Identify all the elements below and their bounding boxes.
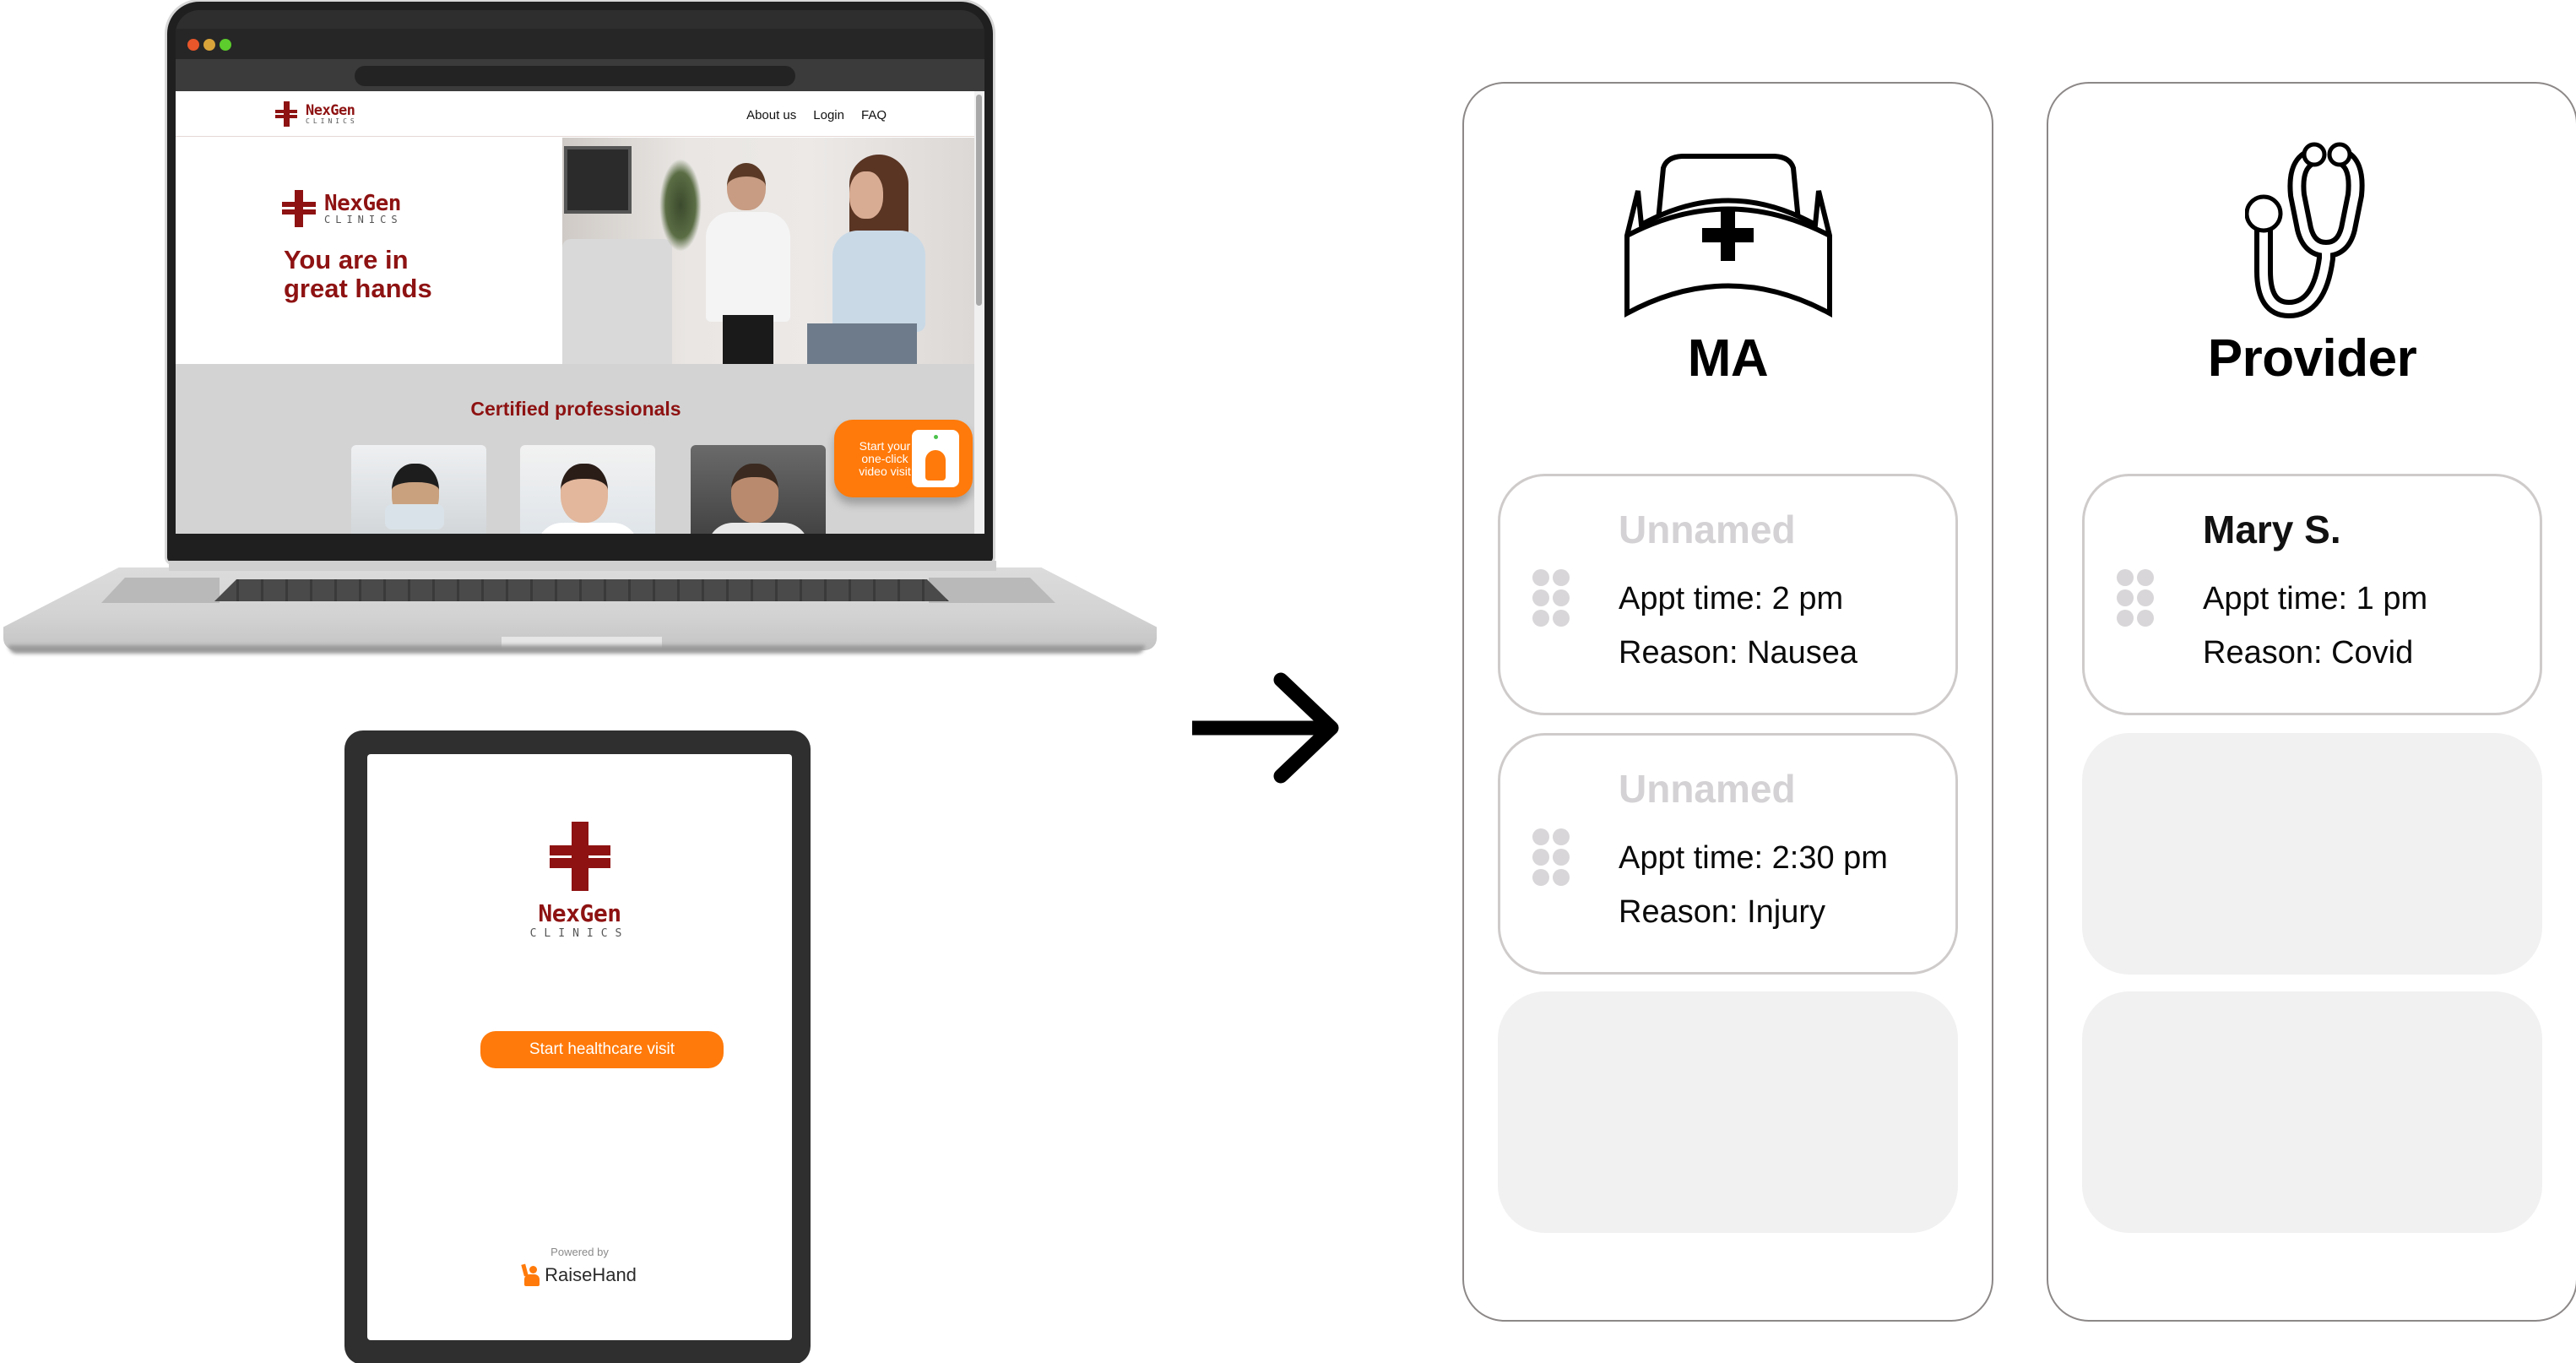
visit-reason: Reason: Nausea [1619, 635, 1858, 671]
professional-photo[interactable] [351, 445, 486, 534]
nurse-cap-icon [1624, 154, 1832, 318]
ma-queue-panel: MA Unnamed Appt time: 2 pm Reason: Nause… [1462, 82, 1993, 1322]
visit-reason: Reason: Covid [2203, 635, 2414, 671]
tagline-line: You are in [284, 245, 409, 274]
panel-title-provider: Provider [2207, 329, 2417, 388]
appointment-time: Appt time: 1 pm [2203, 581, 2428, 616]
flow-arrow-icon [1192, 672, 1339, 784]
medical-cross-icon [282, 190, 316, 227]
website-viewport: NexGen CLINICS About us Login FAQ NexGen… [176, 91, 984, 534]
raise-hand-video-icon [912, 430, 959, 487]
address-bar[interactable] [355, 66, 795, 86]
empty-slot [2082, 991, 2542, 1233]
tagline-line: great hands [284, 274, 432, 303]
nav-link-login[interactable]: Login [813, 108, 844, 122]
video-visit-button[interactable]: Start your one-click video visit [834, 420, 973, 497]
video-visit-label: Start your one-click video visit [859, 438, 911, 478]
logo-name: NexGen [538, 899, 621, 927]
professional-photo[interactable] [520, 445, 655, 534]
laptop-lid: NexGen CLINICS About us Login FAQ NexGen… [167, 2, 993, 562]
logo-subtitle: CLINICS [324, 214, 403, 225]
medical-cross-icon [549, 822, 610, 891]
professionals-section: Certified professionals Start your one-c… [176, 364, 976, 534]
patient-name: Mary S. [2203, 508, 2341, 551]
hero-logo: NexGen CLINICS [282, 190, 403, 227]
nav-link-about[interactable]: About us [746, 108, 796, 122]
laptop-base [3, 561, 1157, 650]
powered-by-label: Powered by [550, 1246, 609, 1258]
patient-card[interactable]: Unnamed Appt time: 2 pm Reason: Nausea [1498, 474, 1958, 715]
start-healthcare-visit-button[interactable]: Start healthcare visit [480, 1031, 724, 1068]
scrollbar-thumb[interactable] [976, 95, 982, 306]
hero-tagline: You are in great hands [284, 246, 432, 303]
site-navbar: NexGen CLINICS About us Login FAQ [176, 91, 974, 137]
tablet-mockup: NexGen CLINICS Start healthcare visit Po… [344, 730, 811, 1363]
logo-name: NexGen [324, 191, 401, 216]
drag-handle-icon[interactable] [1532, 569, 1570, 627]
logo-name: NexGen [306, 101, 355, 119]
appointment-time: Appt time: 2:30 pm [1619, 840, 1888, 876]
raisehand-brand: RaiseHand [367, 1263, 792, 1286]
empty-slot [2082, 733, 2542, 975]
window-close-button[interactable] [187, 39, 199, 51]
nav-link-faq[interactable]: FAQ [861, 108, 887, 122]
nav-links: About us Login FAQ [746, 108, 887, 122]
raisehand-logo-icon [521, 1263, 540, 1286]
section-title: Certified professionals [470, 398, 681, 420]
patient-name: Unnamed [1619, 508, 1796, 551]
keyboard [214, 579, 949, 601]
medical-cross-icon [275, 101, 297, 127]
raisehand-wordmark: RaiseHand [545, 1264, 637, 1285]
hero-photo-doctor-patient [562, 138, 976, 364]
patient-card[interactable]: Mary S. Appt time: 1 pm Reason: Covid [2082, 474, 2542, 715]
panel-title-ma: MA [1687, 329, 1769, 388]
patient-name: Unnamed [1619, 767, 1796, 811]
drag-handle-icon[interactable] [1532, 828, 1570, 886]
hero-section: NexGen CLINICS You are in great hands [176, 138, 559, 364]
professional-photo[interactable] [691, 445, 826, 534]
nav-logo[interactable]: NexGen CLINICS [275, 101, 358, 127]
patient-card[interactable]: Unnamed Appt time: 2:30 pm Reason: Injur… [1498, 733, 1958, 975]
drag-handle-icon[interactable] [2117, 569, 2154, 627]
appointment-time: Appt time: 2 pm [1619, 581, 1844, 616]
empty-slot [1498, 991, 1958, 1233]
logo-subtitle: CLINICS [306, 117, 358, 125]
browser-tab-strip [176, 29, 984, 59]
visit-reason: Reason: Injury [1619, 894, 1826, 930]
logo-subtitle: CLINICS [529, 927, 630, 940]
tablet-logo: NexGen CLINICS [367, 822, 792, 940]
tablet-screen: NexGen CLINICS Start healthcare visit Po… [367, 754, 792, 1340]
window-minimize-button[interactable] [203, 39, 215, 51]
stethoscope-icon [2244, 142, 2365, 318]
window-maximize-button[interactable] [220, 39, 231, 51]
provider-queue-panel: Provider Mary S. Appt time: 1 pm Reason:… [2047, 82, 2576, 1322]
